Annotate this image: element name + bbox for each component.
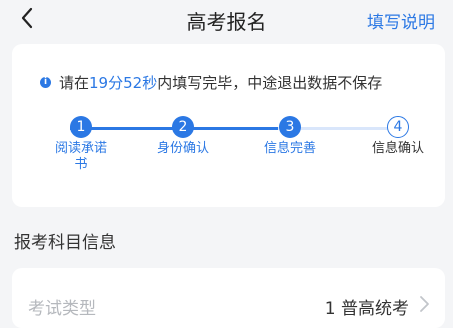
exam-type-label: 考试类型 [28,299,96,319]
step-number: 3 [279,116,301,138]
notice-suffix: 内填写完毕，中途退出数据不保存 [157,74,383,92]
step-indicator: 1 阅读承诺书 2 身份确认 3 信息完善 4 信息确认 [12,116,445,196]
step-number: 2 [172,116,194,138]
step-label: 身份确认 [156,141,209,156]
step-read-commitment: 1 阅读承诺书 [53,116,109,173]
step-number: 4 [387,116,409,138]
chevron-left-icon [21,7,33,29]
top-bar: 高考报名 填写说明 [0,0,453,40]
exam-type-value: 1 普高统考 [324,299,409,319]
chevron-right-icon [420,296,429,312]
exam-type-row[interactable]: 考试类型 1 普高统考 [12,268,445,328]
step-label: 信息确认 [371,141,424,156]
step-info-complete: 3 信息完善 [255,116,325,157]
time-notice: i 请在 19分52秒 内填写完毕，中途退出数据不保存 [40,72,382,93]
back-button[interactable] [14,5,40,31]
step-label: 阅读承诺书 [54,141,107,172]
step-info-confirm: 4 信息确认 [363,116,433,157]
countdown-time: 19分52秒 [89,74,158,92]
step-identity-confirm: 2 身份确认 [148,116,218,157]
section-title: 报考科目信息 [14,233,116,253]
progress-card: i 请在 19分52秒 内填写完毕，中途退出数据不保存 1 阅读承诺书 2 身份… [12,44,445,207]
step-number: 1 [70,116,92,138]
info-icon: i [40,77,51,88]
step-label: 信息完善 [263,141,316,156]
fill-instructions-link[interactable]: 填写说明 [367,8,435,33]
notice-prefix: 请在 [59,74,90,92]
